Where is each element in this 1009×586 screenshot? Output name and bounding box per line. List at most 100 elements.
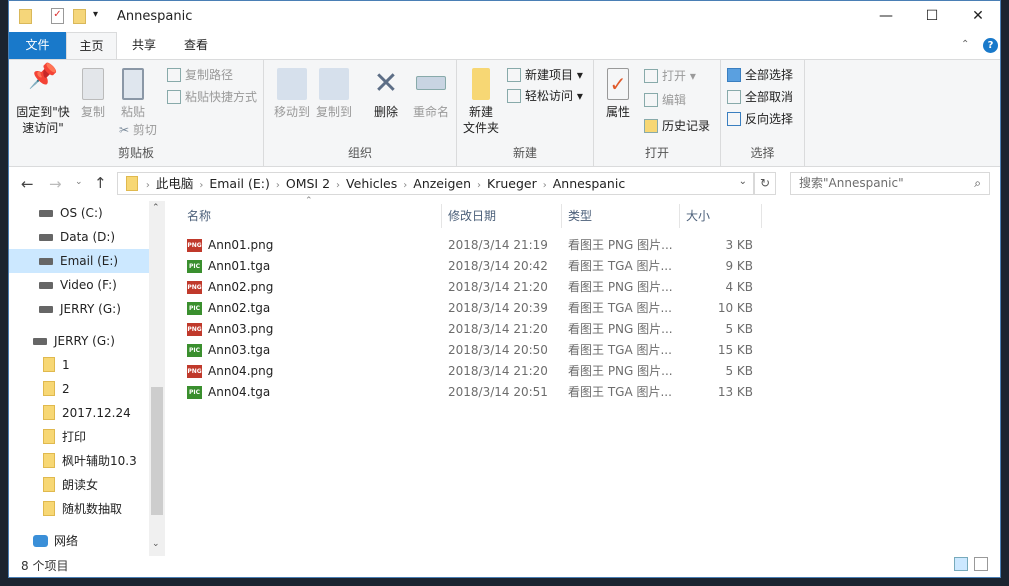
cut-label: 剪切 [132,123,157,137]
open-button[interactable]: 打开 ▾ [644,66,696,86]
cut-button[interactable]: ✂ 剪切 [119,120,157,140]
tab-view[interactable]: 查看 [171,32,221,59]
column-header-size[interactable]: 大小 [686,204,710,228]
scroll-up-icon[interactable]: ⌃ [152,203,160,213]
file-row[interactable]: PNG Ann03.png 2018/3/14 21:20 看图王 PNG 图片… [169,319,769,340]
folder-icon [43,453,55,468]
back-button[interactable]: ← [21,175,34,193]
nav-item-folder[interactable]: 枫叶辅助10.3 [9,449,149,473]
breadcrumb-item[interactable]: Annespanic [547,173,631,194]
nav-item-drive[interactable]: OS (C:) [9,201,149,225]
nav-scrollbar[interactable]: ⌃ ⌄ [149,201,165,556]
new-item-button[interactable]: 新建项目 ▾ [507,65,583,85]
nav-item-folder[interactable]: 1 [9,353,149,377]
nav-item-folder[interactable]: 朗读女 [9,473,149,497]
close-button[interactable]: ✕ [955,1,1001,31]
breadcrumb-item[interactable]: Krueger [481,173,543,194]
file-type: 看图王 TGA 图片... [568,343,672,357]
file-name: Ann04.tga [208,385,271,399]
file-date: 2018/3/14 21:20 [448,322,548,336]
maximize-button[interactable]: ☐ [909,1,955,31]
nav-item-jerry[interactable]: JERRY (G:) [9,329,149,353]
refresh-button[interactable]: ↻ [754,172,776,195]
nav-item-folder[interactable]: 随机数抽取 [9,497,149,521]
breadcrumb-item[interactable]: Anzeigen [407,173,477,194]
delete-button[interactable]: ✕ 删除 [368,60,404,120]
select-none-button[interactable]: 全部取消 [727,87,793,107]
properties-button[interactable]: ✓ 属性 [600,60,636,120]
tab-share[interactable]: 共享 [119,32,169,59]
move-to-icon [277,68,307,100]
new-folder-quick-icon[interactable] [73,9,86,24]
file-date: 2018/3/14 20:42 [448,259,548,273]
tab-home[interactable]: 主页 [66,32,117,59]
nav-item-network[interactable]: 网络 [9,529,149,553]
pin-quick-access-button[interactable]: 📌 固定到"快速访问" [11,60,75,136]
file-name: Ann04.png [208,364,274,378]
file-row[interactable]: PNG Ann01.png 2018/3/14 21:19 看图王 PNG 图片… [169,235,769,256]
scroll-thumb[interactable] [151,387,163,515]
properties-quick-icon[interactable]: ✓ [51,8,64,24]
edit-button[interactable]: 编辑 [644,90,686,110]
up-button[interactable]: ↑ [94,174,107,192]
forward-button[interactable]: → [49,175,62,193]
drive-icon [39,234,53,241]
file-row[interactable]: PIC Ann03.tga 2018/3/14 20:50 看图王 TGA 图片… [169,340,769,361]
nav-item-folder[interactable]: 2017.12.24 [9,401,149,425]
search-input[interactable]: 搜索"Annespanic" ⌕ [790,172,990,195]
copy-button[interactable]: 复制 [75,60,111,120]
new-folder-button[interactable]: 新建 文件夹 [461,60,501,136]
file-row[interactable]: PIC Ann04.tga 2018/3/14 20:51 看图王 TGA 图片… [169,382,769,403]
details-view-button[interactable] [954,557,968,571]
open-group: ✓ 属性 打开 ▾ 编辑 历史记录 打开 [594,60,721,166]
paste-shortcut-button[interactable]: 粘贴快捷方式 [167,87,257,107]
paste-button[interactable]: 粘贴 [115,60,151,120]
help-icon[interactable]: ? [983,38,998,53]
column-header-date[interactable]: 修改日期 [448,204,496,228]
folder-icon [43,429,55,444]
easy-access-button[interactable]: 轻松访问 ▾ [507,86,583,106]
large-icons-view-button[interactable] [974,557,988,571]
column-header-type[interactable]: 类型 [568,204,592,228]
file-row[interactable]: PIC Ann01.tga 2018/3/14 20:42 看图王 TGA 图片… [169,256,769,277]
copy-label: 复制 [80,105,105,119]
copy-path-button[interactable]: 复制路径 [167,65,233,85]
scroll-down-icon[interactable]: ⌄ [152,539,160,549]
move-to-button[interactable]: 移动到 [272,60,312,120]
column-divider[interactable] [761,204,762,228]
nav-item-drive[interactable]: Email (E:) [9,249,149,273]
breadcrumb-item[interactable]: Email (E:) [203,173,276,194]
nav-item-drive[interactable]: JERRY (G:) [9,297,149,321]
history-button[interactable]: 历史记录 [644,116,710,136]
copy-to-button[interactable]: 复制到 [314,60,354,120]
customize-quick-access-icon[interactable]: ▾ [93,9,98,20]
column-divider[interactable] [679,204,680,228]
nav-item-label: 朗读女 [62,478,99,492]
nav-item-drive[interactable]: Data (D:) [9,225,149,249]
nav-item-folder[interactable]: 打印 [9,425,149,449]
breadcrumb-item[interactable]: 此电脑 [150,173,200,194]
select-all-button[interactable]: 全部选择 [727,65,793,85]
column-header-name[interactable]: 名称 [187,204,211,228]
file-row[interactable]: PIC Ann02.tga 2018/3/14 20:39 看图王 TGA 图片… [169,298,769,319]
collapse-ribbon-icon[interactable]: ⌃ [961,39,969,50]
status-item-count: 8 个项目 [21,559,69,573]
nav-item-folder[interactable]: 2 [9,377,149,401]
breadcrumb-item[interactable]: Vehicles [340,173,403,194]
nav-item-drive[interactable]: Video (F:) [9,273,149,297]
file-name: Ann02.png [208,280,274,294]
file-row[interactable]: PNG Ann04.png 2018/3/14 21:20 看图王 PNG 图片… [169,361,769,382]
minimize-button[interactable]: — [863,1,909,31]
column-divider[interactable] [441,204,442,228]
address-dropdown-icon[interactable]: ⌄ [739,176,747,187]
column-divider[interactable] [561,204,562,228]
breadcrumb-item[interactable]: OMSI 2 [280,173,336,194]
recent-locations-icon[interactable]: ⌄ [75,177,83,187]
file-row[interactable]: PNG Ann02.png 2018/3/14 21:20 看图王 PNG 图片… [169,277,769,298]
rename-button[interactable]: 重命名 [409,60,453,120]
address-bar[interactable]: › 此电脑 › Email (E:) › OMSI 2 › Vehicles › Anzeigen… [117,172,754,195]
nav-item-label: OS (C:) [60,206,103,220]
tab-file[interactable]: 文件 [9,32,66,59]
invert-selection-button[interactable]: 反向选择 [727,109,793,129]
file-name: Ann01.png [208,238,274,252]
